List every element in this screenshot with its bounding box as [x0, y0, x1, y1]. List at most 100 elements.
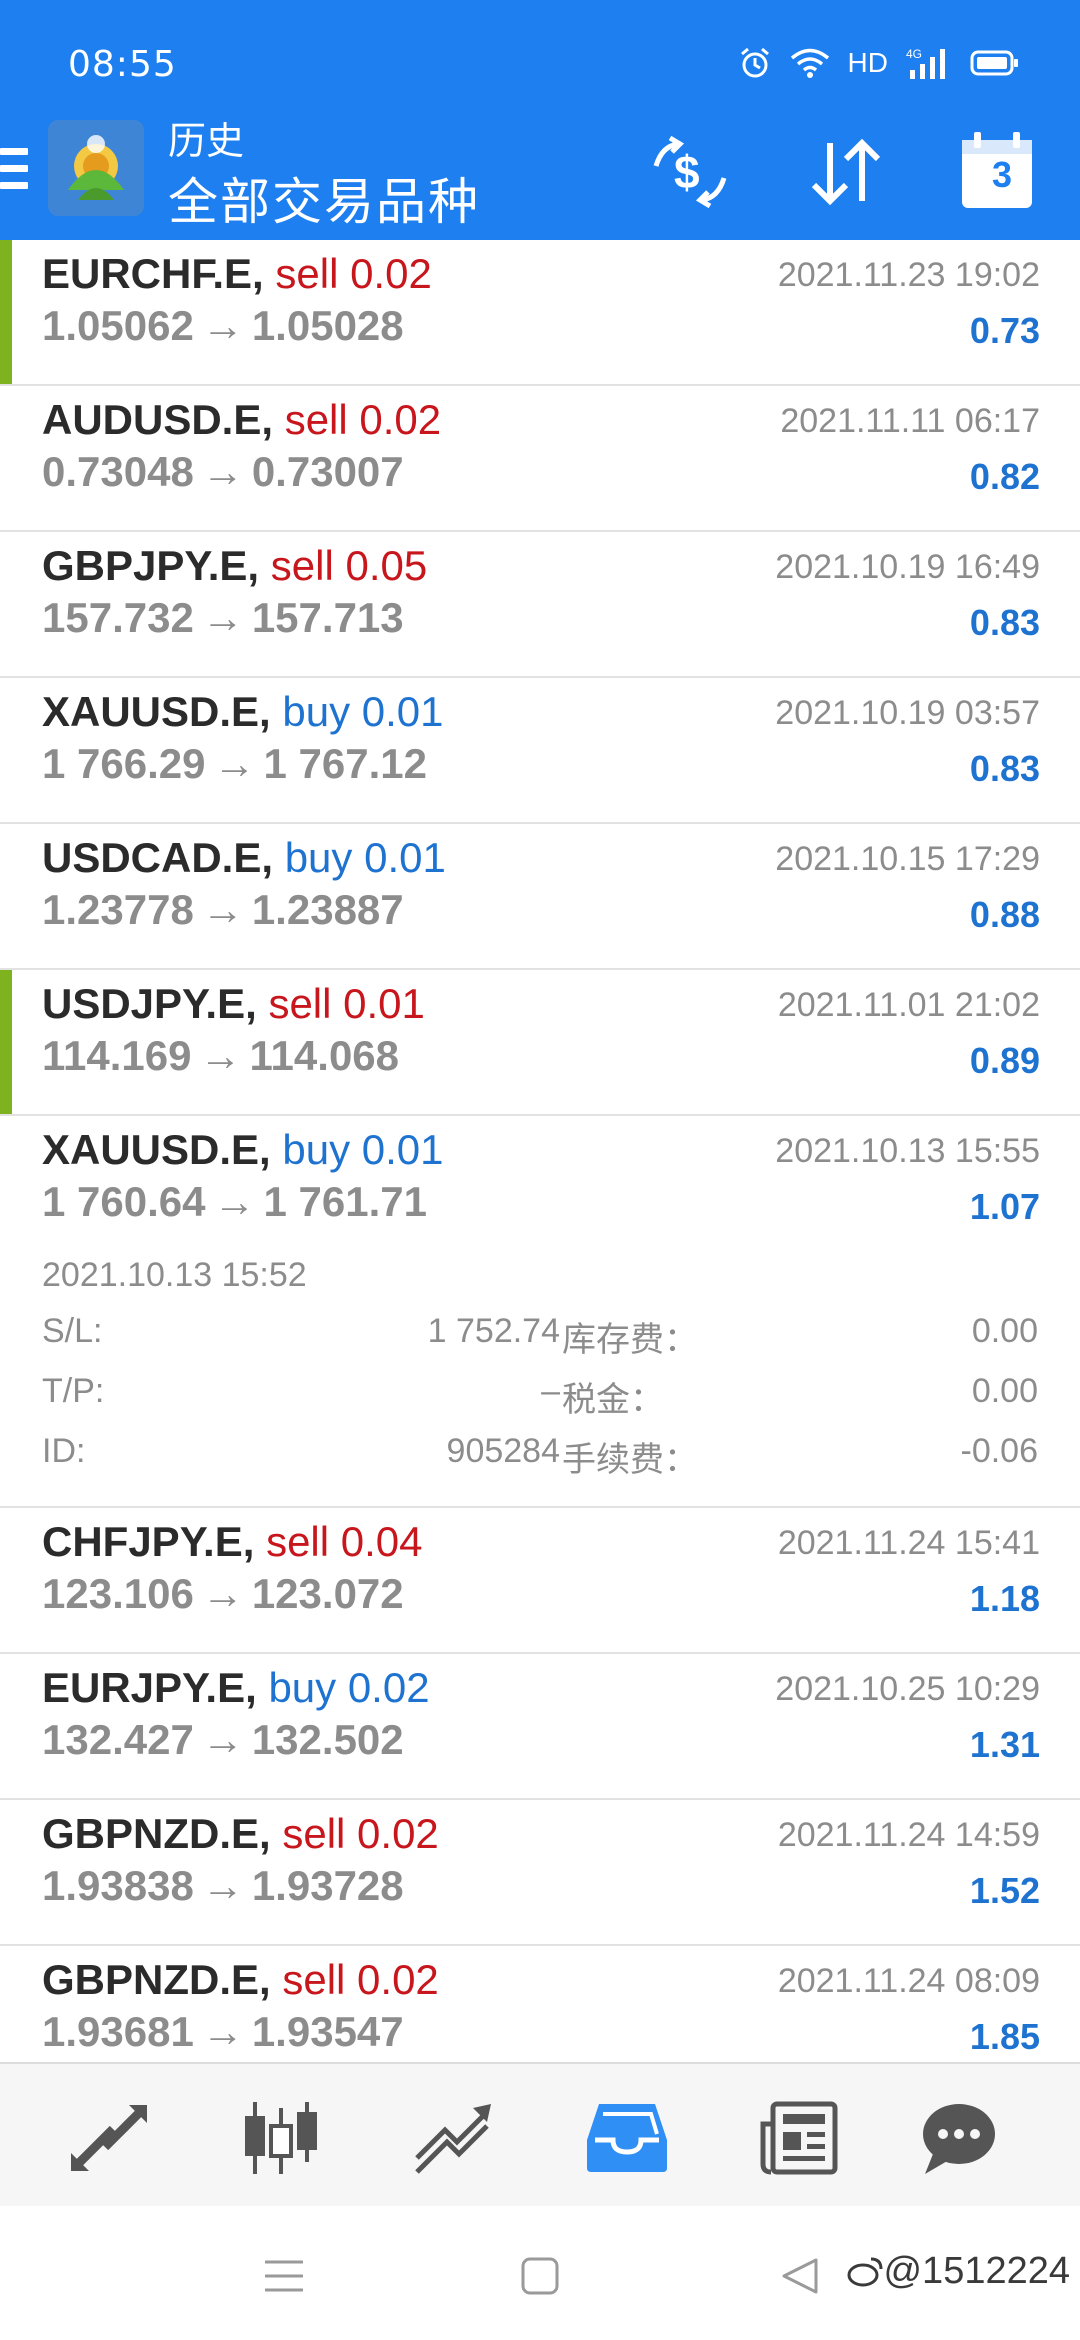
trade-symbol: XAUUSD.E,	[42, 688, 271, 735]
price-arrow: →	[201, 302, 244, 349]
price-arrow: →	[213, 740, 256, 787]
trade-prices: 157.732 → 157.713	[42, 594, 404, 642]
history-icon	[587, 2104, 667, 2172]
tab-chart[interactable]	[236, 2098, 326, 2178]
weibo-logo-icon	[847, 2257, 883, 2287]
trade-row[interactable]: GBPNZD.E, sell 0.02 1.93838 → 1.93728 2021.1…	[0, 1800, 1080, 1946]
nav-back-button[interactable]	[770, 2256, 830, 2296]
open-price: 114.169	[42, 1032, 192, 1079]
trade-time: 2021.10.13 15:55	[775, 1132, 1040, 1170]
open-price: 0.73048	[42, 448, 194, 495]
trade-title: CHFJPY.E, sell 0.04	[42, 1518, 423, 1566]
symbol-filter-title[interactable]: 全部交易品种	[168, 162, 480, 234]
trade-profit: 0.83	[969, 602, 1040, 643]
open-price: 1.05062	[42, 302, 194, 349]
trade-side-volume: sell 0.02	[284, 396, 442, 443]
tab-news[interactable]	[754, 2098, 844, 2178]
trade-row[interactable]: GBPJPY.E, sell 0.05 157.732 → 157.713 2021.1…	[0, 532, 1080, 678]
status-time: 08:55	[68, 44, 177, 85]
trade-side-volume: sell 0.05	[270, 542, 428, 589]
trade-row[interactable]: XAUUSD.E, buy 0.01 1 760.64 → 1 761.71 2021.…	[0, 1116, 1080, 1508]
battery-icon	[970, 50, 1018, 76]
currency-exchange-button[interactable]: $	[644, 130, 736, 214]
trade-title: XAUUSD.E, buy 0.01	[42, 1126, 444, 1174]
open-price: 1 766.29	[42, 740, 206, 787]
swap-label: 库存费：	[562, 1321, 698, 1359]
trade-title: EURJPY.E, buy 0.02	[42, 1664, 430, 1712]
status-icons: HD 4G	[738, 46, 1020, 80]
trade-row[interactable]: EURJPY.E, buy 0.02 132.427 → 132.502 2021.10…	[0, 1654, 1080, 1800]
detail-row: ID: 905284 手续费： -0.06	[42, 1432, 1038, 1492]
trade-title: EURCHF.E, sell 0.02	[42, 250, 432, 298]
bottom-tab-bar	[0, 2062, 1080, 2206]
tab-history[interactable]	[582, 2098, 672, 2178]
trade-prices: 1.93681 → 1.93547	[42, 2008, 404, 2056]
price-arrow: →	[201, 1570, 244, 1617]
detail-row: T/P: – 税金： 0.00	[42, 1372, 1038, 1432]
open-price: 123.106	[42, 1570, 194, 1617]
trade-row[interactable]: EURCHF.E, sell 0.02 1.05062 → 1.05028 2021.1…	[0, 240, 1080, 386]
tab-quotes[interactable]	[64, 2098, 154, 2178]
sort-button[interactable]	[800, 130, 892, 214]
close-price: 0.73007	[251, 448, 404, 495]
svg-text:$: $	[674, 146, 700, 198]
tab-trade[interactable]	[408, 2098, 498, 2178]
trade-time: 2021.11.11 06:17	[780, 402, 1040, 440]
sl-label: S/L:	[42, 1312, 103, 1350]
trade-side-volume: sell 0.02	[282, 1810, 439, 1857]
trade-row[interactable]: USDCAD.E, buy 0.01 1.23778 → 1.23887 2021.10…	[0, 824, 1080, 970]
wifi-icon	[790, 48, 829, 78]
trade-side-volume: sell 0.02	[275, 250, 432, 297]
trade-row[interactable]: XAUUSD.E, buy 0.01 1 766.29 → 1 767.12 2021.…	[0, 678, 1080, 824]
trade-time: 2021.10.19 03:57	[775, 694, 1040, 732]
row-marker	[0, 240, 12, 384]
trade-symbol: EURCHF.E,	[42, 250, 264, 297]
status-bar: 08:55 HD 4G	[0, 0, 1080, 120]
tp-value: –	[541, 1372, 560, 1410]
close-price: 123.072	[251, 1570, 404, 1617]
trade-side-volume: buy 0.01	[284, 834, 446, 881]
trade-symbol: CHFJPY.E,	[42, 1518, 255, 1565]
menu-lines-icon	[265, 2260, 303, 2292]
screen-title: 历史	[168, 119, 245, 163]
trade-time: 2021.11.24 14:59	[777, 1816, 1040, 1854]
trade-profit: 0.73	[969, 310, 1040, 351]
menu-icon[interactable]	[0, 148, 30, 194]
open-price: 132.427	[42, 1716, 194, 1763]
trade-row[interactable]: CHFJPY.E, sell 0.04 123.106 → 123.072 2021.1…	[0, 1508, 1080, 1654]
nav-menu-button[interactable]	[254, 2256, 314, 2296]
open-time: 2021.10.13 15:52	[42, 1256, 307, 1294]
row-marker	[0, 970, 12, 1114]
trade-side-volume: sell 0.02	[282, 1956, 439, 2003]
trade-row[interactable]: USDJPY.E, sell 0.01 114.169 → 114.068 2021.1…	[0, 970, 1080, 1116]
open-price: 1 760.64	[42, 1178, 206, 1225]
trade-prices: 1 760.64 → 1 761.71	[42, 1178, 427, 1226]
close-price: 1 761.71	[263, 1178, 428, 1225]
close-price: 132.502	[251, 1716, 404, 1763]
trade-title: USDCAD.E, buy 0.01	[42, 834, 446, 882]
trade-time: 2021.11.01 21:02	[777, 986, 1040, 1024]
trade-title: USDJPY.E, sell 0.01	[42, 980, 425, 1028]
trade-title: GBPNZD.E, sell 0.02	[42, 1956, 439, 2004]
trade-side-volume: sell 0.01	[268, 980, 425, 1027]
trade-profit: 0.83	[969, 748, 1040, 789]
trade-prices: 114.169 → 114.068	[42, 1032, 399, 1080]
price-arrow: →	[201, 886, 244, 933]
close-price: 1.93728	[251, 1862, 404, 1909]
alarm-icon	[740, 47, 769, 78]
price-arrow: →	[201, 1716, 244, 1763]
trade-time: 2021.11.23 19:02	[777, 256, 1040, 294]
nav-home-button[interactable]	[510, 2256, 570, 2296]
price-arrow: →	[201, 594, 244, 641]
trade-row[interactable]: AUDUSD.E, sell 0.02 0.73048 → 0.73007 2021.1…	[0, 386, 1080, 532]
trade-symbol: EURJPY.E,	[42, 1664, 257, 1711]
trade-side-volume: buy 0.01	[282, 1126, 444, 1173]
network-hd-label: HD	[847, 47, 888, 78]
watermark-text: @1512224	[847, 2250, 1070, 2293]
trade-time: 2021.11.24 15:41	[777, 1524, 1040, 1562]
trade-profit: 1.07	[969, 1186, 1040, 1227]
calendar-button[interactable]: 3	[956, 130, 1048, 214]
trade-title: XAUUSD.E, buy 0.01	[42, 688, 444, 736]
open-price: 157.732	[42, 594, 194, 641]
tab-chat[interactable]	[914, 2098, 1004, 2178]
